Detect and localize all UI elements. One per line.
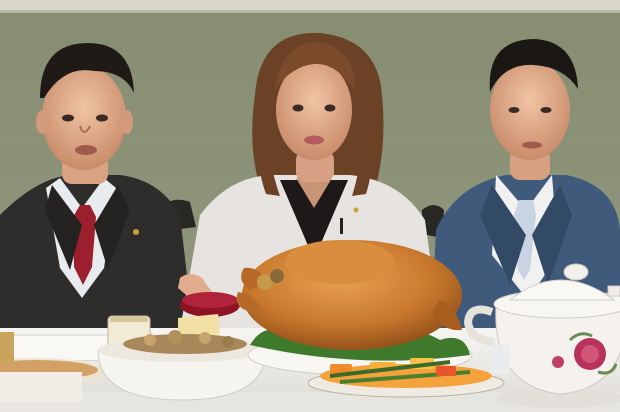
photo-scene — [0, 0, 620, 412]
glass — [490, 344, 510, 374]
lapel-pin — [133, 229, 139, 235]
photo-illustration — [0, 0, 620, 412]
ceiling-trim — [0, 0, 620, 10]
